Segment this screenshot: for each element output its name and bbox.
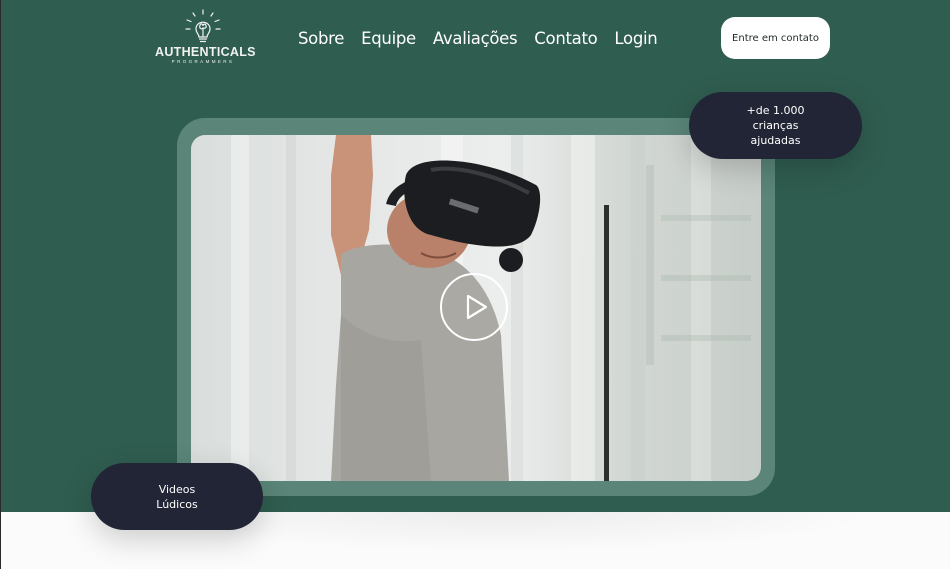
play-button[interactable] [440,273,508,341]
brand-logo[interactable]: AUTHENTICALS PROGRAMMERS [155,8,256,70]
children-helped-text: +de 1.000 crianças ajudadas [746,104,805,147]
playful-videos-text: Videos Lúdicos [156,482,198,511]
lightbulb-brain-icon [185,9,221,43]
main-nav: Sobre Equipe Avaliações Contato Login [298,28,658,52]
brand-tagline: PROGRAMMERS [171,59,235,64]
video-player[interactable] [191,135,761,481]
contact-cta-button[interactable]: Entre em contato [721,17,830,59]
playful-videos-badge: Videos Lúdicos [91,463,263,530]
children-helped-badge: +de 1.000 crianças ajudadas [689,92,862,159]
brand-name: AUTHENTICALS [155,45,256,59]
nav-link-sobre[interactable]: Sobre [298,28,344,52]
nav-link-login[interactable]: Login [614,28,657,52]
nav-link-equipe[interactable]: Equipe [361,28,416,52]
play-icon [466,294,488,320]
nav-link-avaliacoes[interactable]: Avaliações [433,28,518,52]
page-edge [0,0,1,569]
nav-link-contato[interactable]: Contato [534,28,597,52]
